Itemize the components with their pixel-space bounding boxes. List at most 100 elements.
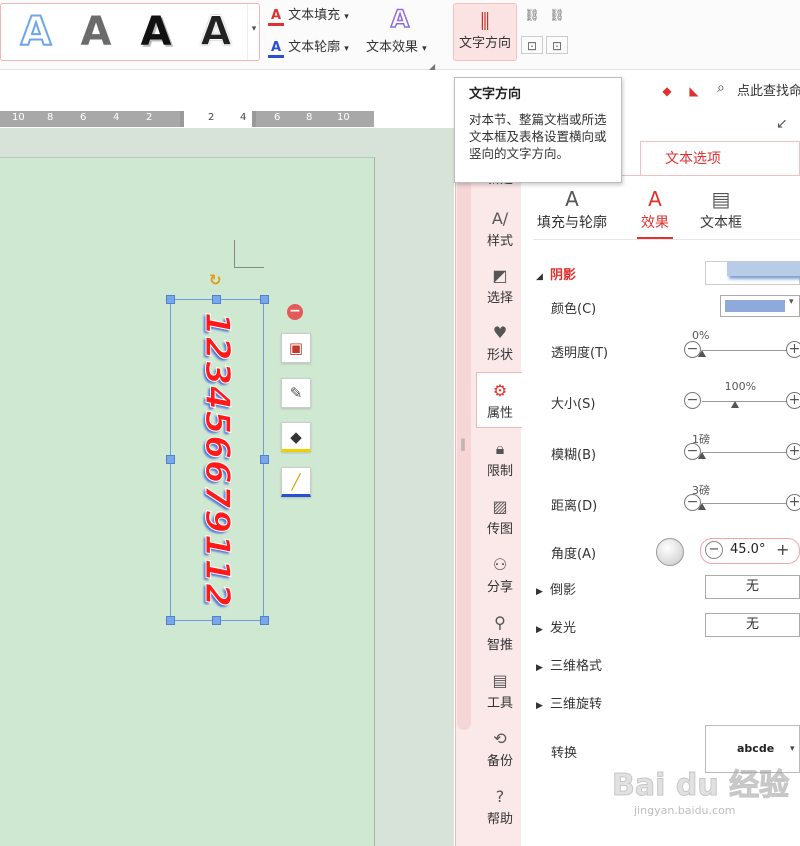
section-3d-rotation[interactable]: ▶ 三维旋转 bbox=[536, 693, 602, 712]
slider-thumb[interactable] bbox=[730, 401, 739, 408]
size-slider[interactable]: − + 100% bbox=[684, 380, 800, 412]
text-box-backward-icon[interactable]: ⊡ bbox=[546, 36, 568, 54]
subtab-label: 效果 bbox=[641, 215, 669, 231]
wordart-style-black-outline[interactable]: A bbox=[191, 10, 241, 55]
text-fill-button[interactable]: A 文本填充 ▾ bbox=[268, 6, 349, 26]
help-icon: ? bbox=[495, 787, 505, 806]
increase-icon[interactable]: + bbox=[786, 341, 800, 358]
section-glow[interactable]: ▶ 发光 bbox=[536, 617, 576, 636]
increase-angle-button[interactable]: + bbox=[776, 541, 789, 559]
slider-thumb[interactable] bbox=[698, 350, 706, 357]
slider-thumb[interactable] bbox=[698, 452, 706, 459]
text-box-forward-icon[interactable]: ⊡ bbox=[521, 36, 543, 54]
text-direction-button[interactable]: ⫼ 文字方向 bbox=[453, 3, 517, 61]
tooltip-title: 文字方向 bbox=[469, 87, 522, 102]
increase-icon[interactable]: + bbox=[786, 443, 800, 460]
decrease-angle-button[interactable]: − bbox=[705, 541, 723, 559]
sidebar-item-share[interactable]: ⚇ 分享 bbox=[478, 554, 522, 595]
collapsed-triangle-icon: ▶ bbox=[536, 587, 543, 597]
distance-label: 距离(D) bbox=[551, 499, 598, 514]
tab-text-options[interactable]: 文本选项 bbox=[640, 141, 800, 175]
search-command[interactable]: 点此查找命 bbox=[737, 80, 800, 99]
sidebar-item-restrict[interactable]: 🔒︎ 限制 bbox=[478, 438, 522, 479]
pdf-icon[interactable]: ◆ bbox=[656, 82, 678, 100]
distance-slider[interactable]: − + 3磅 bbox=[684, 484, 800, 514]
resize-handle[interactable] bbox=[166, 295, 175, 304]
wordart-style-outline-blue[interactable]: A bbox=[11, 9, 61, 55]
angle-value[interactable]: 45.0° bbox=[730, 542, 765, 557]
text-effect-button[interactable]: 文本效果 ▾ bbox=[366, 38, 427, 58]
subtab-fill-outline[interactable]: A 填充与轮廓 bbox=[532, 186, 612, 232]
expanded-triangle-icon: ◢ bbox=[536, 272, 543, 282]
fill-color-icon[interactable]: ◆ bbox=[281, 422, 311, 452]
resize-handle[interactable] bbox=[166, 616, 175, 625]
increase-icon[interactable]: + bbox=[786, 494, 800, 511]
sidebar-item-recommend[interactable]: ⚲ 智推 bbox=[478, 612, 522, 653]
sidebar-item-tools[interactable]: ▤ 工具 bbox=[478, 670, 522, 711]
sidebar-item-upload-image[interactable]: ▨ 传图 bbox=[478, 496, 522, 537]
sidebar-item-backup[interactable]: ⟲ 备份 bbox=[478, 728, 522, 769]
ruler-number: 8 bbox=[47, 112, 54, 123]
transparency-label: 透明度(T) bbox=[551, 346, 609, 361]
reflection-select[interactable]: 无 bbox=[705, 575, 800, 599]
chevron-down-icon: ▾ bbox=[251, 24, 257, 34]
chevron-down-icon: ▾ bbox=[344, 44, 349, 54]
chevron-down-icon: ▾ bbox=[422, 44, 427, 54]
section-shadow[interactable]: ◢ 阴影 bbox=[536, 264, 576, 283]
resize-handle[interactable] bbox=[260, 616, 269, 625]
resize-handle[interactable] bbox=[260, 455, 269, 464]
ruler-number: 8 bbox=[306, 112, 313, 123]
decrease-icon[interactable]: − bbox=[684, 392, 701, 409]
increase-icon[interactable]: + bbox=[786, 392, 800, 409]
wordart-style-gray[interactable]: A bbox=[71, 10, 121, 54]
unlink-icon[interactable]: ⛓ bbox=[546, 6, 568, 24]
margin-mark bbox=[234, 240, 264, 268]
collapse-panel-icon[interactable]: ↙ bbox=[776, 116, 788, 132]
transform-label: 转换 bbox=[551, 746, 578, 761]
text-effect-icon[interactable]: A bbox=[388, 5, 412, 33]
toolbar-row bbox=[0, 70, 800, 108]
sidebar-item-style[interactable]: A/ 样式 bbox=[478, 208, 522, 249]
sidebar-label: 属性 bbox=[486, 406, 513, 421]
section-3d-format[interactable]: ▶ 三维格式 bbox=[536, 655, 602, 674]
tooltip-description: 对本节、整篇文档或所选文本框及表格设置横向或竖向的文字方向。 bbox=[469, 112, 607, 161]
resize-handle[interactable] bbox=[260, 295, 269, 304]
wordart-style-black-shadow[interactable]: A bbox=[131, 10, 181, 54]
sidebar-item-help[interactable]: ? 帮助 bbox=[478, 786, 522, 827]
panel-resize-grip-icon[interactable]: ‖ bbox=[460, 437, 466, 451]
rotate-handle-icon[interactable]: ↻ bbox=[209, 272, 225, 288]
glow-select[interactable]: 无 bbox=[705, 613, 800, 637]
share-doc-icon[interactable]: ◣ bbox=[683, 82, 705, 100]
chevron-down-icon: ▾ bbox=[790, 744, 795, 754]
sidebar-label: 选择 bbox=[486, 291, 513, 306]
sidebar-item-select[interactable]: ◩ 选择 bbox=[478, 265, 522, 306]
sidebar-item-properties[interactable]: ⚙ 属性 bbox=[478, 380, 522, 421]
text-effect-label: 文本效果 bbox=[366, 40, 419, 55]
subtab-textbox[interactable]: ▤ 文本框 bbox=[681, 186, 761, 232]
edit-shape-icon[interactable]: ✎ bbox=[281, 378, 311, 408]
slider-thumb[interactable] bbox=[698, 503, 706, 510]
search-icon[interactable]: ⌕ bbox=[717, 80, 725, 96]
outline-color-icon[interactable]: ╱ bbox=[281, 467, 311, 497]
collapse-float-toolbar-button[interactable]: − bbox=[287, 304, 303, 320]
sidebar-item-shape[interactable]: ♥ 形状 bbox=[478, 322, 522, 363]
section-reflection[interactable]: ▶ 倒影 bbox=[536, 579, 576, 598]
fill-outline-icon: A bbox=[565, 187, 579, 211]
scrollbar[interactable] bbox=[457, 130, 471, 730]
vertical-text-content[interactable]: 123456679112 bbox=[197, 300, 238, 620]
blur-slider[interactable]: − + 1磅 bbox=[684, 433, 800, 463]
transparency-slider[interactable]: − + 0% bbox=[684, 329, 800, 361]
transform-value: abcde bbox=[737, 742, 775, 755]
sidebar-label: 分享 bbox=[486, 580, 513, 595]
layout-options-icon[interactable]: ▣ bbox=[281, 333, 311, 363]
link-icon[interactable]: ⛓ bbox=[521, 6, 543, 24]
tooltip: 文字方向 对本节、整篇文档或所选文本框及表格设置横向或竖向的文字方向。 bbox=[454, 77, 622, 183]
gallery-more-button[interactable]: ▾ bbox=[247, 4, 260, 60]
text-outline-button[interactable]: A 文本轮廓 ▾ bbox=[268, 38, 349, 58]
text-fill-icon: A bbox=[268, 9, 284, 26]
angle-dial[interactable] bbox=[656, 538, 684, 566]
sidebar-label: 智推 bbox=[486, 638, 513, 653]
ruler-number: 4 bbox=[240, 112, 247, 123]
resize-handle[interactable] bbox=[166, 455, 175, 464]
ruler-number: 2 bbox=[208, 112, 215, 123]
